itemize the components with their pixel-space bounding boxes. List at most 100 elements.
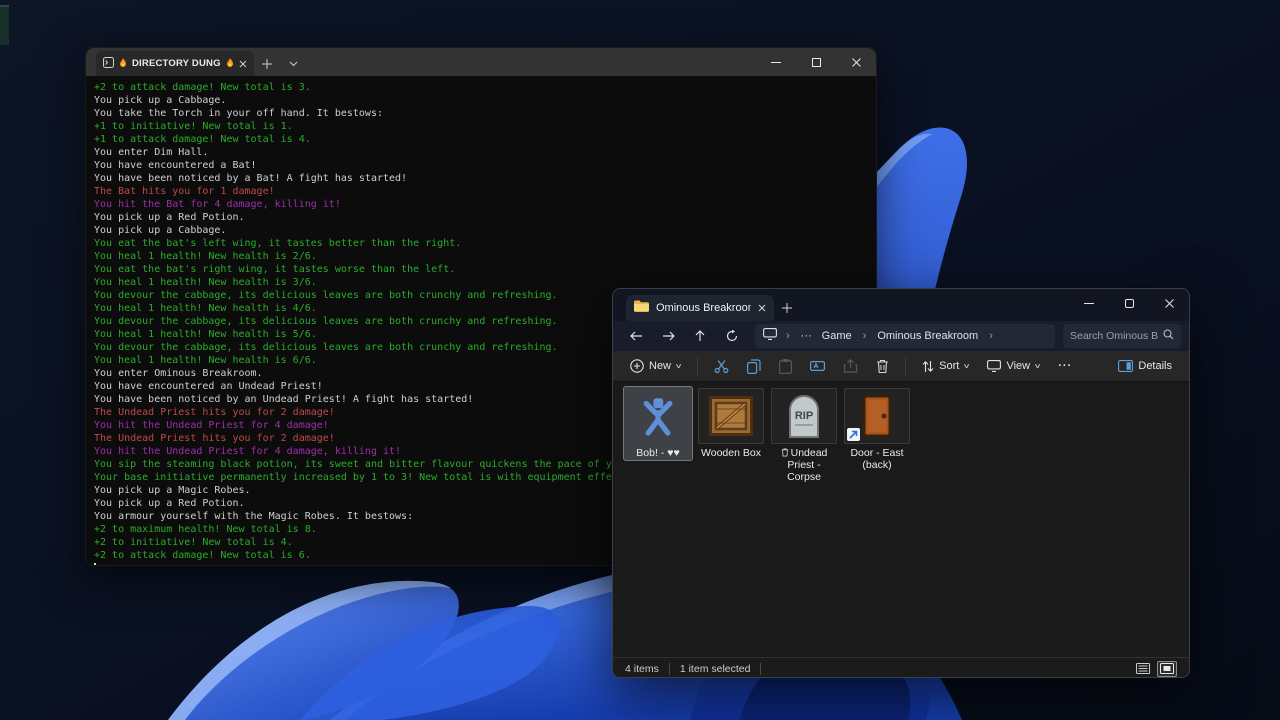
terminal-line: The Bat hits you for 1 damage!	[94, 185, 868, 198]
file-item[interactable]: Door - East (back)	[842, 386, 912, 473]
details-view-toggle[interactable]	[1133, 661, 1153, 677]
this-pc-icon[interactable]	[763, 327, 777, 345]
sort-icon	[922, 360, 934, 373]
tab-dropdown-button[interactable]	[280, 51, 306, 76]
breadcrumb-item[interactable]: Ominous Breakroom	[875, 330, 980, 342]
new-button-label: New	[649, 360, 671, 372]
desktop: DIRECTORY DUNGEON +2 to attack damage!	[0, 0, 1280, 720]
chevron-right-icon: ›	[783, 330, 793, 342]
up-button[interactable]	[685, 323, 715, 349]
minimize-button[interactable]	[756, 48, 796, 76]
forward-button[interactable]	[653, 323, 683, 349]
search-input[interactable]: Search Ominous Bre	[1070, 330, 1158, 342]
terminal-line: You hit the Bat for 4 damage, killing it…	[94, 198, 868, 211]
background-window-sliver	[0, 5, 9, 45]
terminal-line: You enter Dim Hall.	[94, 146, 868, 159]
chevron-down-icon: ∨	[1034, 362, 1042, 370]
rename-icon	[810, 359, 825, 373]
terminal-line: You take the Torch in your off hand. It …	[94, 107, 868, 120]
file-name: Undead Priest - Corpse	[771, 447, 837, 483]
terminal-line: You pick up a Red Potion.	[94, 211, 868, 224]
sort-button-label: Sort	[939, 360, 959, 372]
new-tab-button[interactable]	[254, 51, 280, 76]
chevron-down-icon: ∨	[674, 362, 682, 370]
view-button[interactable]: View ∨	[980, 354, 1047, 378]
ellipsis-icon: ···	[1058, 360, 1072, 372]
terminal-line: You pick up a Cabbage.	[94, 224, 868, 237]
explorer-tab-title: Ominous Breakroom	[656, 302, 751, 314]
sort-button[interactable]: Sort ∨	[915, 354, 976, 378]
terminal-app-icon	[103, 55, 114, 73]
delete-button[interactable]	[869, 354, 896, 378]
details-button-label: Details	[1138, 360, 1172, 372]
file-explorer-window: Ominous Breakroom	[612, 288, 1190, 678]
toolbar-separator	[905, 357, 906, 375]
terminal-line: You have been noticed by a Bat! A fight …	[94, 172, 868, 185]
close-button[interactable]	[1149, 289, 1189, 317]
file-item[interactable]: Bob! - ♥♥	[623, 386, 693, 461]
cut-icon	[714, 359, 729, 374]
file-item[interactable]: RIP Undead Priest - Corpse	[769, 386, 839, 485]
terminal-line: You have encountered a Bat!	[94, 159, 868, 172]
terminal-tab-title: DIRECTORY DUNGEON	[132, 58, 221, 69]
terminal-cursor	[94, 563, 96, 566]
maximize-button[interactable]	[796, 48, 836, 76]
svg-text:RIP: RIP	[795, 410, 813, 422]
file-name: Bob! - ♥♥	[625, 447, 691, 459]
new-button[interactable]: New ∨	[623, 354, 688, 378]
tombstone-icon: RIP	[771, 388, 837, 444]
status-divider	[760, 663, 761, 675]
terminal-line: You eat the bat's right wing, it tastes …	[94, 263, 868, 276]
view-icon	[987, 360, 1001, 372]
file-item[interactable]: Wooden Box	[696, 386, 766, 461]
shortcut-arrow-icon	[847, 428, 860, 441]
terminal-line: You pick up a Cabbage.	[94, 94, 868, 107]
share-icon	[843, 359, 858, 373]
details-button[interactable]: Details	[1111, 354, 1179, 378]
close-button[interactable]	[836, 48, 876, 76]
terminal-tab[interactable]: DIRECTORY DUNGEON	[96, 51, 254, 76]
file-name: Door - East (back)	[844, 447, 910, 471]
maximize-button[interactable]	[1109, 289, 1149, 317]
terminal-titlebar: DIRECTORY DUNGEON	[86, 48, 876, 76]
breadcrumb-item[interactable]: Game	[820, 330, 854, 342]
search-icon	[1163, 327, 1174, 345]
crate-icon	[698, 388, 764, 444]
file-grid[interactable]: Bob! - ♥♥ Wooden Box RIP Undead Priest - Co…	[613, 382, 1189, 657]
back-button[interactable]	[621, 323, 651, 349]
view-button-label: View	[1006, 360, 1030, 372]
selection-count: 1 item selected	[680, 663, 751, 675]
folder-icon	[634, 299, 649, 317]
large-icons-view-toggle[interactable]	[1157, 661, 1177, 677]
breadcrumb-overflow-button[interactable]: ···	[799, 330, 814, 342]
more-options-button[interactable]: ···	[1051, 354, 1079, 378]
flame-icon	[226, 55, 234, 73]
chevron-right-icon: ›	[986, 330, 996, 342]
tab-close-icon[interactable]	[758, 299, 766, 317]
new-tab-button[interactable]	[774, 295, 800, 321]
door-icon	[844, 388, 910, 444]
explorer-tabrow: Ominous Breakroom	[613, 289, 1189, 321]
details-pane-icon	[1118, 360, 1133, 372]
trash-icon	[876, 359, 889, 374]
refresh-button[interactable]	[717, 323, 747, 349]
tab-close-icon[interactable]	[239, 60, 247, 68]
person-icon	[625, 388, 691, 444]
paste-button[interactable]	[772, 354, 799, 378]
chevron-right-icon: ›	[860, 330, 870, 342]
terminal-line: +2 to attack damage! New total is 3.	[94, 81, 868, 94]
rename-button[interactable]	[803, 354, 832, 378]
terminal-line: +1 to attack damage! New total is 4.	[94, 133, 868, 146]
terminal-line: +1 to initiative! New total is 1.	[94, 120, 868, 133]
terminal-line: You heal 1 health! New health is 2/6.	[94, 250, 868, 263]
cut-button[interactable]	[707, 354, 736, 378]
search-box[interactable]: Search Ominous Bre	[1063, 324, 1181, 348]
toolbar-separator	[697, 357, 698, 375]
plus-circle-icon	[630, 359, 644, 373]
copy-button[interactable]	[740, 354, 768, 378]
share-button[interactable]	[836, 354, 865, 378]
file-name: Wooden Box	[698, 447, 764, 459]
breadcrumb[interactable]: › ··· Game › Ominous Breakroom ›	[755, 324, 1055, 348]
minimize-button[interactable]	[1069, 289, 1109, 317]
explorer-tab[interactable]: Ominous Breakroom	[626, 295, 774, 321]
